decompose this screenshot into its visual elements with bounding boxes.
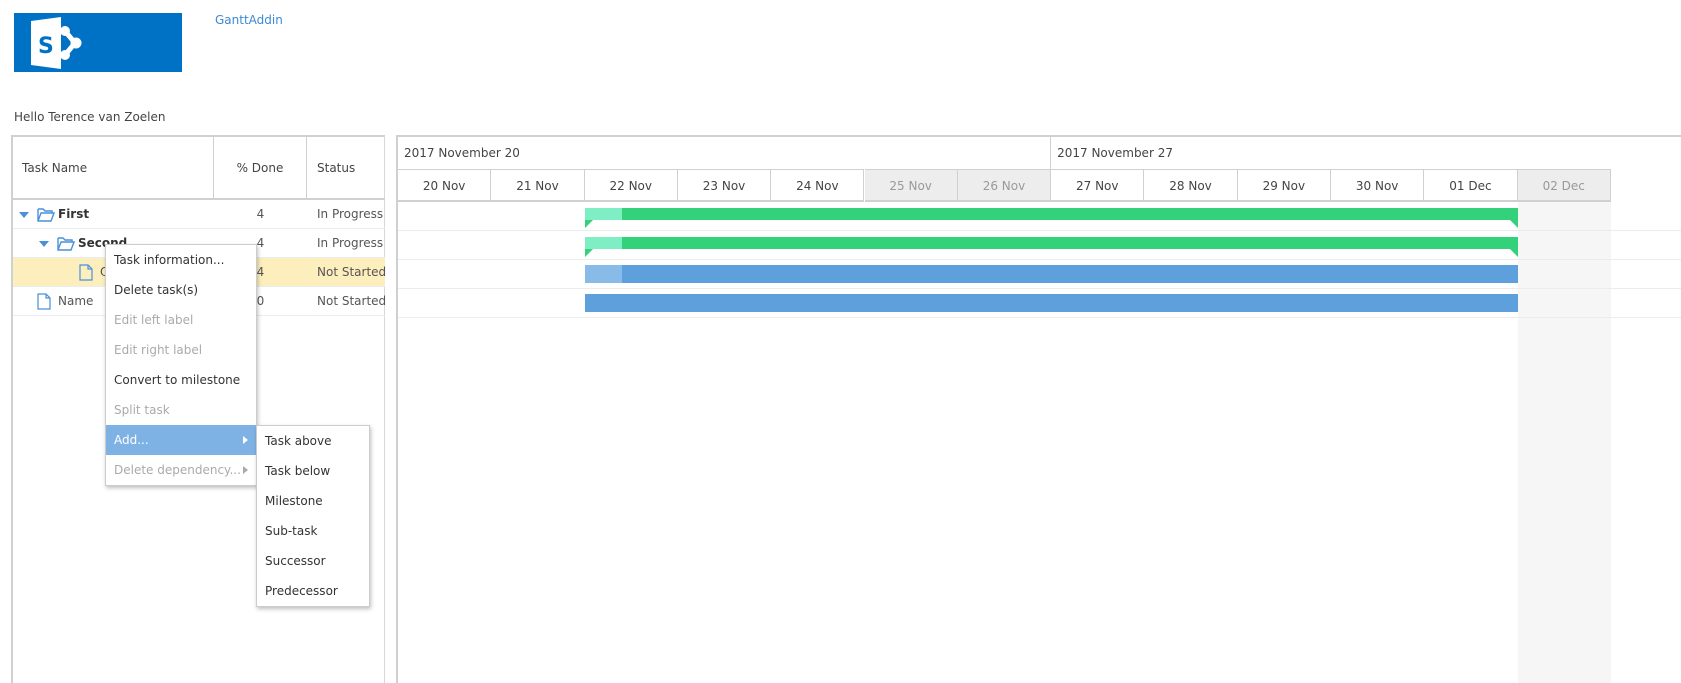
menu-item-convert-to-milestone[interactable]: Convert to milestone: [106, 365, 256, 395]
progress-fill: [584, 265, 622, 283]
day-header: 20 Nov: [398, 169, 492, 202]
menu-item-label: Split task: [114, 403, 170, 417]
gantt-row: [398, 202, 1681, 231]
task-status: In Progress: [317, 207, 384, 221]
add-submenu: Task above Task below Milestone Sub-task Suc…: [256, 425, 370, 607]
sharepoint-logo-icon: S: [31, 17, 82, 69]
task-status: Not Started: [317, 294, 387, 308]
expand-toggle-icon[interactable]: [39, 229, 49, 257]
day-header: 28 Nov: [1144, 169, 1238, 202]
day-header: 29 Nov: [1237, 169, 1331, 202]
task-bar[interactable]: [584, 265, 1518, 283]
summary-bar[interactable]: [584, 208, 1518, 220]
week-header: 2017 November 20: [398, 137, 1052, 169]
menu-item-label: Task information...: [114, 253, 225, 267]
sharepoint-logo[interactable]: S: [14, 13, 182, 72]
day-header: 22 Nov: [584, 169, 678, 202]
file-icon: [79, 258, 93, 286]
day-header: 26 Nov: [957, 169, 1052, 202]
summary-end-marker-icon: [1509, 249, 1518, 257]
day-header: 25 Nov: [864, 169, 958, 202]
column-header-status[interactable]: Status: [307, 137, 385, 200]
summary-start-marker-icon: [584, 220, 593, 228]
day-header: 02 Dec: [1517, 169, 1611, 202]
submenu-item-sub-task[interactable]: Sub-task: [257, 516, 369, 546]
week-header: 2017 November 27: [1051, 137, 1681, 169]
gantt-chart: 2017 November 20 2017 November 27 20 Nov 21…: [396, 135, 1681, 683]
menu-item-label: Edit left label: [114, 313, 194, 327]
task-status: In Progress: [317, 236, 384, 250]
submenu-arrow-icon: [243, 436, 248, 444]
menu-item-task-information[interactable]: Task information...: [106, 245, 256, 275]
submenu-arrow-icon: [243, 466, 248, 474]
day-header: 01 Dec: [1424, 169, 1518, 202]
app-title-link[interactable]: GanttAddin: [215, 13, 283, 27]
menu-item-delete-task-s[interactable]: Delete task(s): [106, 275, 256, 305]
expand-toggle-icon[interactable]: [19, 200, 29, 228]
submenu-item-successor[interactable]: Successor: [257, 546, 369, 576]
menu-item-edit-left-label[interactable]: Edit left label: [106, 305, 256, 335]
submenu-item-task-above[interactable]: Task above: [257, 426, 369, 456]
menu-item-label: Convert to milestone: [114, 373, 241, 387]
column-header-percent-done[interactable]: % Done: [214, 137, 307, 200]
menu-item-label: Edit right label: [114, 343, 203, 357]
gantt-row: [398, 260, 1681, 289]
menu-item-add[interactable]: Add...: [106, 425, 256, 455]
progress-fill: [584, 208, 622, 220]
day-header: 24 Nov: [771, 169, 865, 202]
column-header-task-name[interactable]: Task Name: [13, 137, 214, 200]
context-menu: Task information... Delete task(s) Edit le…: [105, 244, 257, 486]
folder-open-icon: [37, 200, 56, 228]
task-name[interactable]: First: [58, 200, 89, 228]
progress-fill: [584, 237, 622, 249]
file-icon: [37, 287, 51, 315]
submenu-item-milestone[interactable]: Milestone: [257, 486, 369, 516]
menu-item-label: Add...: [114, 433, 149, 447]
summary-end-marker-icon: [1509, 220, 1518, 228]
submenu-item-task-below[interactable]: Task below: [257, 456, 369, 486]
task-name[interactable]: Name: [58, 287, 93, 315]
day-header: 30 Nov: [1331, 169, 1425, 202]
day-header: 23 Nov: [677, 169, 772, 202]
task-bar[interactable]: [584, 294, 1518, 312]
menu-item-label: Delete dependency...: [114, 463, 241, 477]
summary-start-marker-icon: [584, 249, 593, 257]
folder-open-icon: [57, 229, 76, 257]
gantt-row: [398, 289, 1681, 318]
svg-text:S: S: [38, 34, 54, 59]
submenu-item-predecessor[interactable]: Predecessor: [257, 576, 369, 606]
summary-bar[interactable]: [584, 237, 1518, 249]
day-header: 27 Nov: [1051, 169, 1145, 202]
greeting: Hello Terence van Zoelen: [14, 110, 166, 124]
gantt-row: [398, 231, 1681, 260]
percent-done: 4: [256, 207, 265, 221]
task-row[interactable]: First 4 In Progress: [13, 200, 385, 229]
day-header: 21 Nov: [491, 169, 585, 202]
task-status: Not Started: [317, 265, 387, 279]
menu-item-split-task[interactable]: Split task: [106, 395, 256, 425]
menu-item-label: Delete task(s): [114, 283, 199, 297]
menu-item-delete-dependency[interactable]: Delete dependency...: [106, 455, 256, 485]
menu-item-edit-right-label[interactable]: Edit right label: [106, 335, 256, 365]
